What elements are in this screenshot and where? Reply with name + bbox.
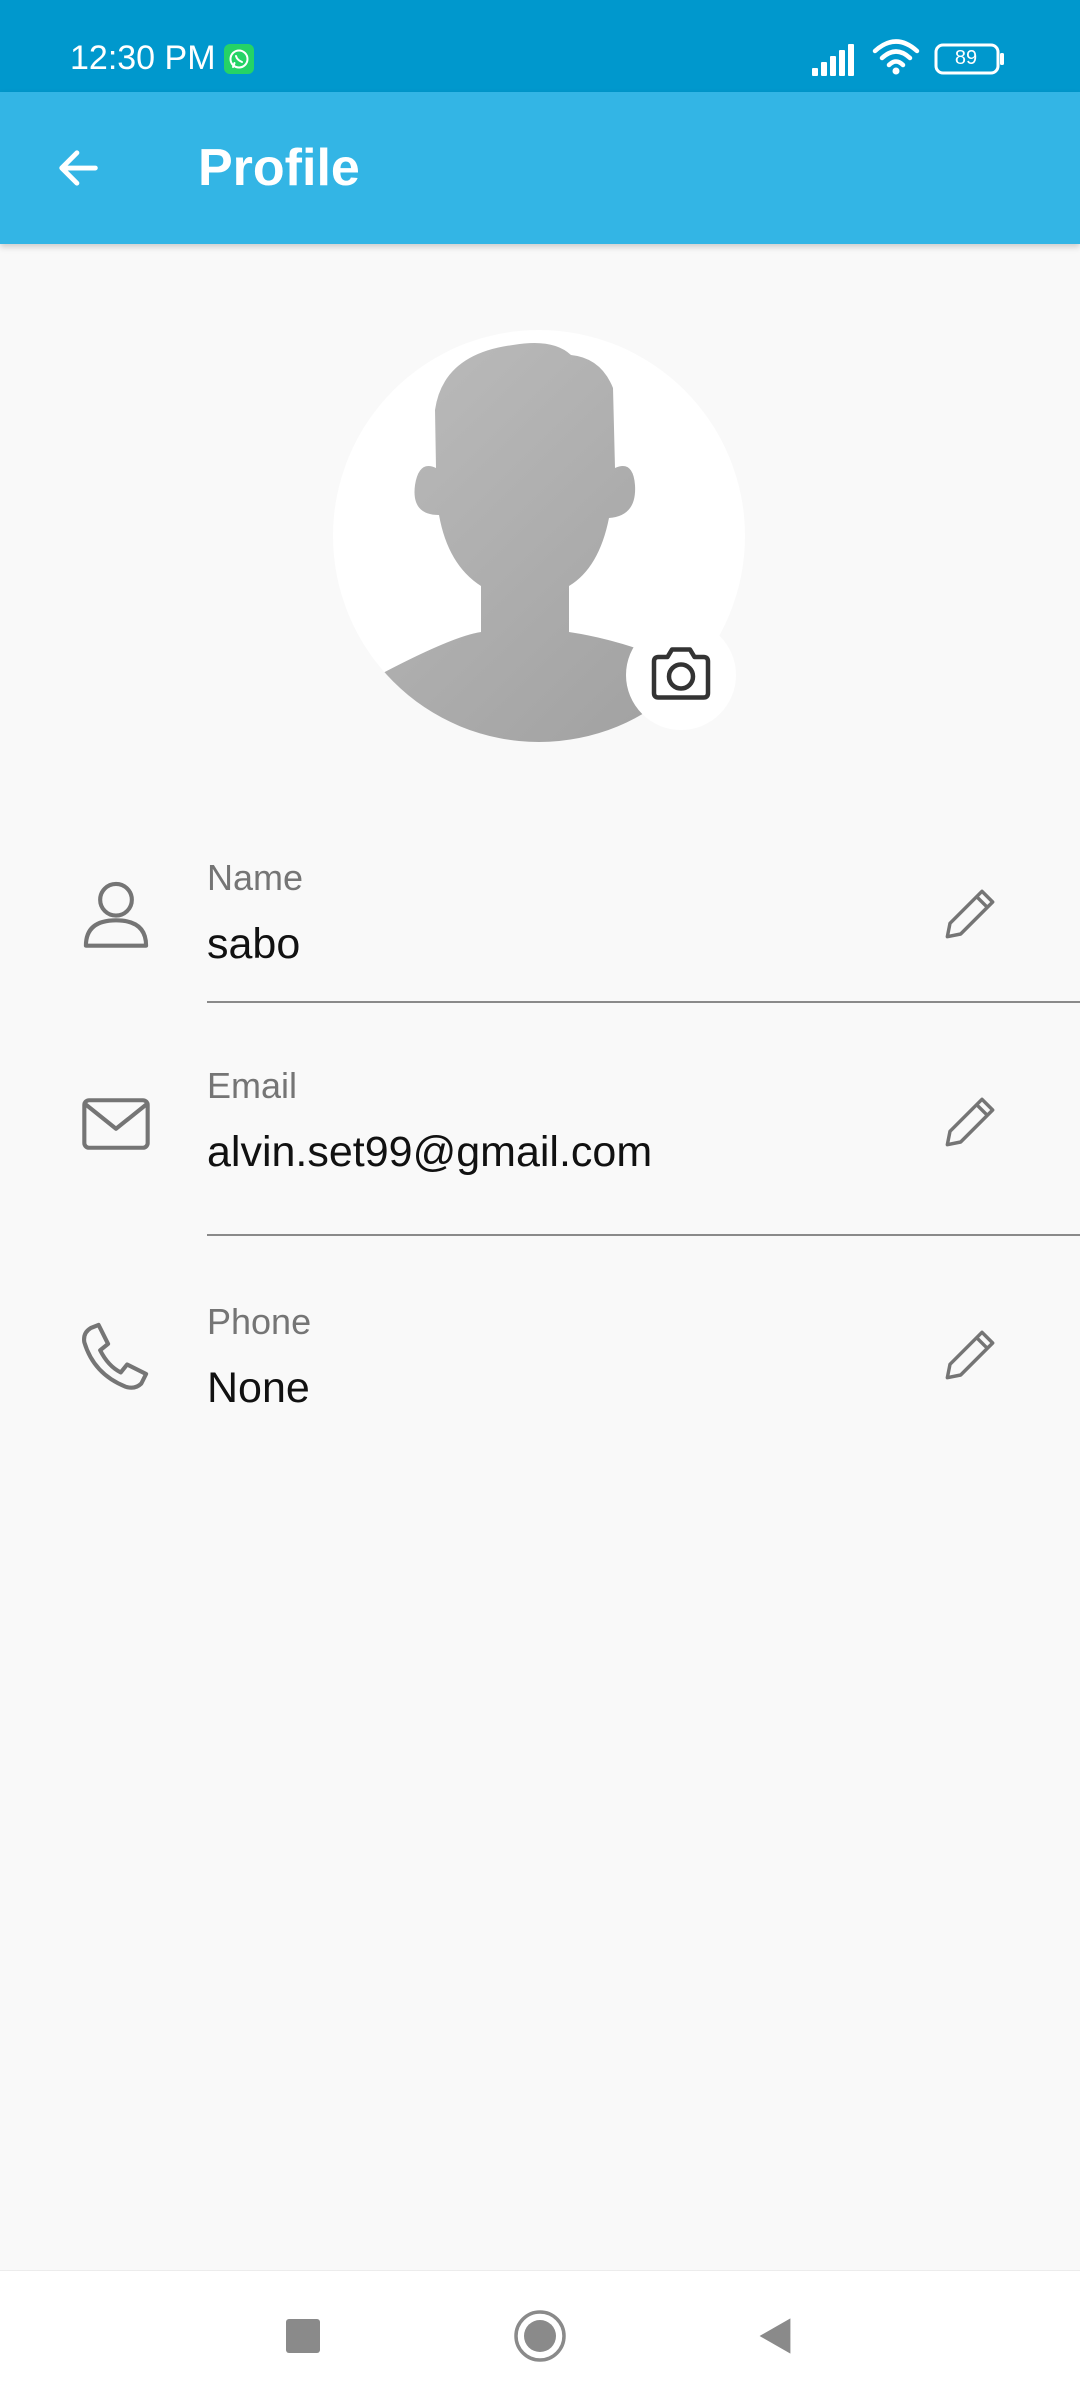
pencil-icon [945, 1330, 995, 1380]
recents-square-icon [286, 2319, 320, 2353]
edit-email-button[interactable] [934, 1086, 1006, 1158]
recents-button[interactable] [268, 2301, 338, 2371]
email-value: alvin.set99@gmail.com [207, 1128, 653, 1176]
email-label: Email [207, 1065, 298, 1106]
battery-level: 89 [954, 47, 978, 69]
email-divider [207, 1234, 1080, 1236]
phone-label: Phone [207, 1301, 312, 1342]
phone-value: None [207, 1364, 310, 1412]
camera-icon [651, 647, 711, 700]
nav-back-button[interactable] [740, 2301, 810, 2371]
wifi-icon [872, 39, 920, 75]
system-nav-bar [0, 2270, 1080, 2401]
pencil-icon [945, 1097, 995, 1147]
whatsapp-icon [224, 44, 254, 74]
home-circle-icon [514, 2310, 566, 2362]
phone-field: Phone None [0, 1285, 1080, 1435]
person-icon [83, 881, 149, 948]
edit-phone-button[interactable] [934, 1319, 1006, 1391]
status-bar: 12:30 PM 89 [0, 0, 1080, 92]
change-photo-button[interactable] [626, 620, 736, 730]
page-title: Profile [198, 139, 360, 197]
phone-icon [82, 1322, 149, 1390]
home-button[interactable] [505, 2301, 575, 2371]
back-button[interactable] [42, 132, 114, 204]
arrow-left-icon [59, 150, 98, 186]
name-label: Name [207, 857, 304, 898]
name-field: Name sabo [0, 840, 1080, 1010]
edit-name-button[interactable] [934, 878, 1006, 950]
email-field: Email alvin.set99@gmail.com [0, 1050, 1080, 1240]
signal-icon [812, 44, 854, 76]
app-bar: Profile [0, 92, 1080, 244]
name-divider [207, 1001, 1080, 1003]
mail-icon [82, 1098, 150, 1150]
status-time: 12:30 PM [70, 39, 216, 77]
back-triangle-icon [759, 2318, 791, 2354]
name-value: sabo [207, 920, 301, 968]
pencil-icon [945, 889, 995, 939]
